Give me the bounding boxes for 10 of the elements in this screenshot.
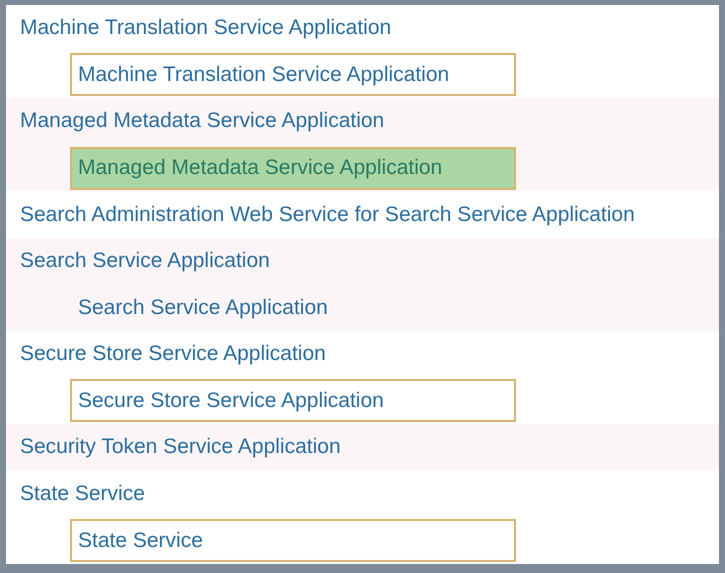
instance-item[interactable]: Machine Translation Service Application: [70, 53, 516, 96]
service-link[interactable]: Machine Translation Service Application: [20, 16, 392, 40]
service-link[interactable]: State Service: [20, 482, 145, 506]
service-link[interactable]: Search Service Application: [20, 249, 270, 274]
instance-item[interactable]: State Service: [70, 519, 516, 562]
instance-item[interactable]: Search Service Application: [78, 296, 328, 320]
instance-item[interactable]: Managed Metadata Service Application: [70, 146, 516, 190]
service-link[interactable]: Secure Store Service Application: [20, 342, 326, 366]
instance-item[interactable]: Secure Store Service Application: [70, 379, 516, 422]
service-link[interactable]: Search Administration Web Service for Search Service Application: [20, 202, 635, 227]
